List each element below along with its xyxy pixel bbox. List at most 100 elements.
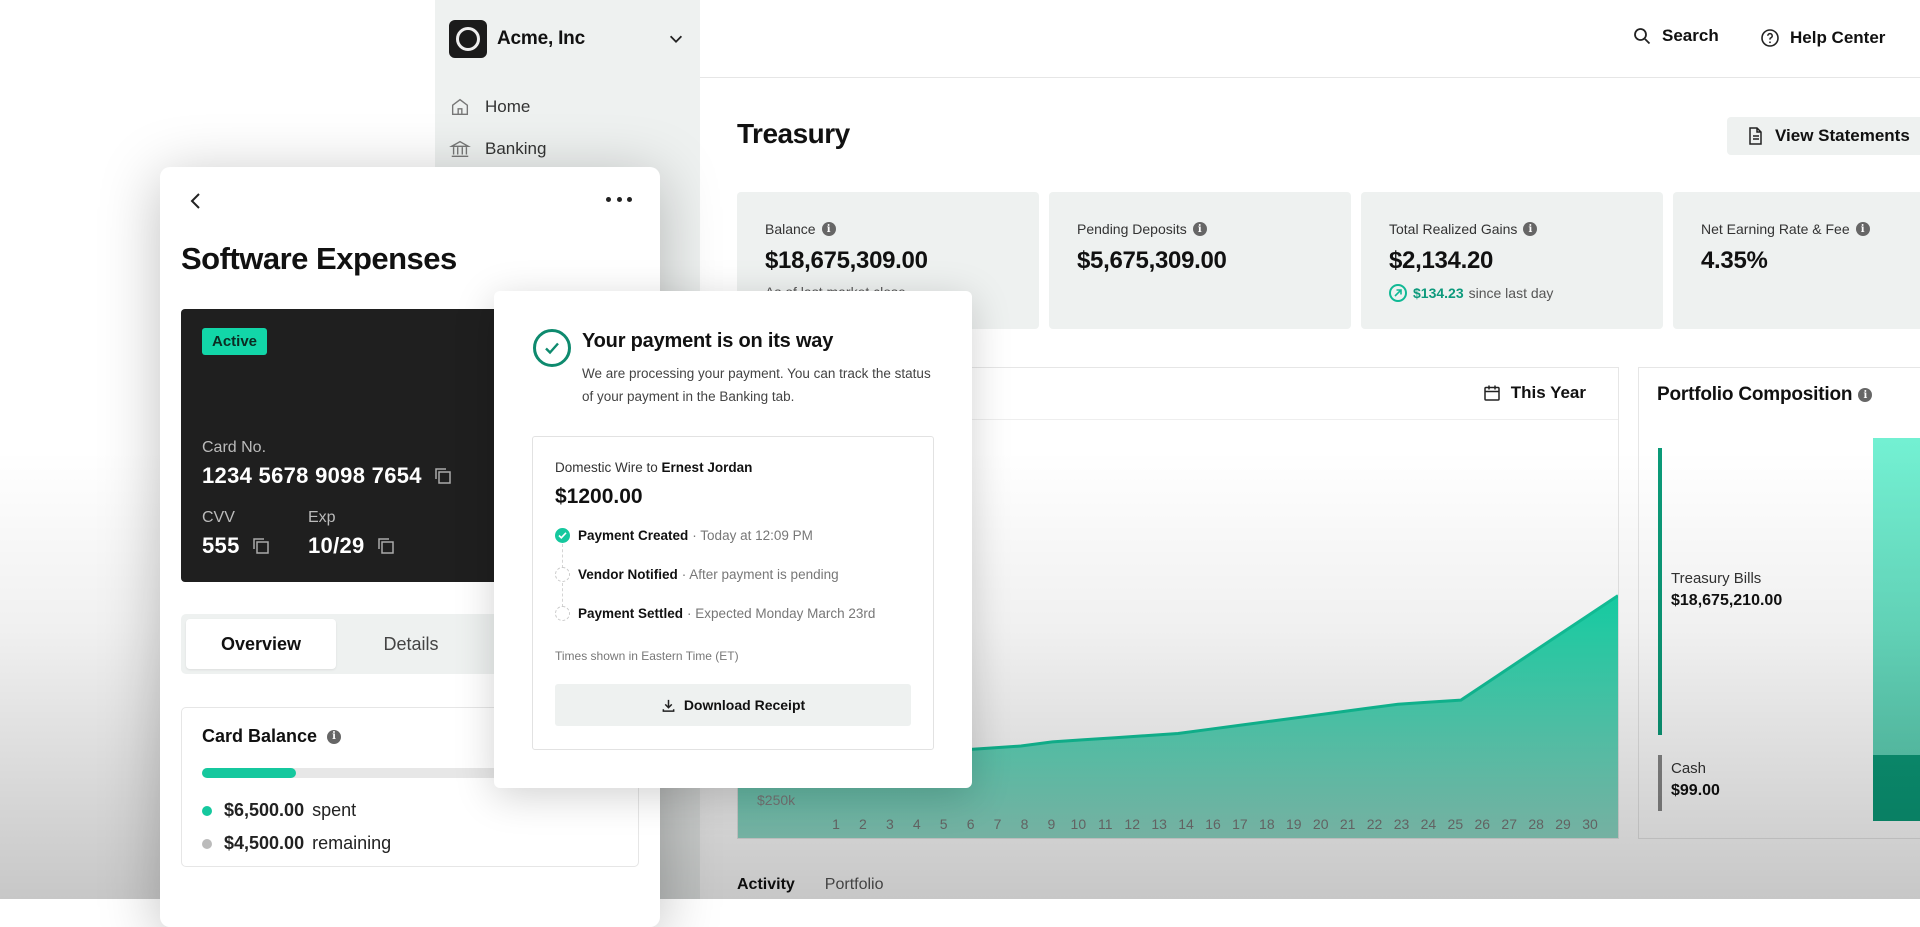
- x-axis-tick: 21: [1339, 816, 1356, 832]
- allocation-label: Cash: [1671, 760, 1707, 777]
- step-detail: · After payment is pending: [681, 567, 839, 582]
- calendar-icon: [1483, 385, 1500, 401]
- modal-description: We are processing your payment. You can …: [582, 366, 931, 404]
- x-axis-tick: 1: [832, 816, 840, 832]
- recipient-name: Ernest Jordan: [661, 460, 753, 475]
- payment-details-box: Domestic Wire to Ernest Jordan $1200.00 …: [532, 436, 934, 750]
- spent-amount: $6,500.00: [224, 800, 305, 820]
- info-icon[interactable]: i: [821, 222, 836, 236]
- allocation-amount: $18,675,210.00: [1671, 592, 1783, 609]
- cvv-label: CVV: [202, 509, 235, 526]
- x-axis-tick: 14: [1178, 816, 1194, 832]
- page-title: Treasury: [737, 118, 850, 149]
- x-axis-tick: 25: [1447, 816, 1464, 832]
- modal-title: Your payment is on its way: [582, 330, 834, 352]
- tab-details[interactable]: Details: [336, 619, 486, 669]
- x-axis-tick: 27: [1501, 816, 1517, 832]
- bottom-tabs: Activity Portfolio: [737, 876, 884, 894]
- view-statements-button[interactable]: View Statements: [1727, 117, 1920, 155]
- check-icon: [555, 528, 570, 543]
- check-circle-icon: [533, 329, 571, 367]
- help-center-button[interactable]: Help Center: [1760, 28, 1885, 48]
- stat-value: $18,675,309.00: [765, 247, 928, 274]
- card-balance-title: Card Balance: [202, 726, 318, 746]
- download-receipt-label: Download Receipt: [683, 697, 806, 713]
- download-icon: [662, 699, 675, 712]
- x-axis-tick: 5: [939, 816, 948, 832]
- x-axis-tick: 29: [1555, 816, 1571, 832]
- sidebar-item-banking[interactable]: Banking: [449, 134, 546, 164]
- x-axis-tick: 26: [1474, 816, 1491, 832]
- allocation-treasury-bills: Treasury Bills $18,675,210.00: [1671, 570, 1782, 610]
- remaining-dot: [202, 838, 212, 849]
- stat-value: 4.35%: [1701, 247, 1768, 274]
- x-axis-tick: 8: [1020, 816, 1029, 832]
- x-axis-tick: 23: [1393, 816, 1410, 832]
- stat-value: $2,134.20: [1389, 247, 1494, 274]
- pending-circle-icon: [555, 567, 570, 582]
- gain-suffix: since last day: [1468, 285, 1554, 301]
- search-button[interactable]: Search: [1632, 26, 1719, 46]
- step-detail: · Expected Monday March 23rd: [687, 606, 876, 621]
- x-axis-tick: 9: [1047, 816, 1056, 832]
- allocation-label: Treasury Bills: [1671, 570, 1762, 587]
- more-options-icon[interactable]: [606, 191, 632, 207]
- help-icon: [1761, 29, 1779, 47]
- x-axis-tick: 4: [912, 816, 921, 832]
- card-number-label: Card No.: [202, 439, 267, 456]
- payment-amount: $1200.00: [555, 485, 643, 508]
- x-axis-tick: 18: [1259, 816, 1275, 832]
- info-icon[interactable]: i: [1855, 222, 1870, 236]
- period-selector[interactable]: This Year: [1483, 383, 1586, 403]
- search-label: Search: [1662, 26, 1719, 45]
- copy-icon[interactable]: [434, 467, 452, 485]
- back-arrow-icon[interactable]: [184, 189, 208, 213]
- sidebar-item-label: Banking: [485, 139, 547, 158]
- x-axis-tick: 24: [1420, 816, 1437, 832]
- org-switcher[interactable]: Acme, Inc: [449, 20, 687, 58]
- info-icon[interactable]: i: [1858, 388, 1873, 402]
- card-number: 1234 5678 9098 7654: [202, 463, 422, 488]
- sidebar-item-label: Home: [485, 97, 531, 116]
- status-badge: Active: [202, 328, 268, 355]
- stat-label: Pending Deposits: [1077, 221, 1187, 237]
- org-name: Acme, Inc: [497, 28, 585, 49]
- x-axis-tick: 20: [1312, 816, 1329, 832]
- step-payment-created: Payment Created · Today at 12:09 PM: [555, 528, 813, 543]
- payment-confirmation-modal: Your payment is on its way We are proces…: [494, 291, 972, 788]
- x-axis-tick: 10: [1070, 816, 1087, 832]
- stacked-bar-cash: [1873, 755, 1920, 821]
- allocation-bar-treasury: [1658, 448, 1662, 735]
- copy-icon[interactable]: [252, 537, 270, 555]
- copy-icon[interactable]: [377, 537, 395, 555]
- spent-row: $6,500.00 spent: [202, 800, 356, 821]
- x-axis-tick: 28: [1528, 816, 1544, 832]
- tab-portfolio[interactable]: Portfolio: [825, 876, 884, 894]
- top-bar: Search Help Center: [700, 0, 1920, 78]
- download-receipt-button[interactable]: Download Receipt: [555, 684, 911, 726]
- info-icon[interactable]: i: [327, 729, 342, 744]
- x-axis-tick: 12: [1124, 816, 1140, 832]
- info-icon[interactable]: i: [1192, 222, 1207, 236]
- search-icon: [1634, 28, 1651, 45]
- stacked-bar-treasury: [1873, 438, 1920, 755]
- exp-label: Exp: [308, 509, 336, 526]
- sidebar-item-home[interactable]: Home: [449, 92, 530, 122]
- tab-overview[interactable]: Overview: [186, 619, 336, 669]
- transfer-type: Domestic Wire to: [555, 460, 658, 475]
- chevron-down-icon: [669, 35, 683, 43]
- portfolio-composition-panel: Portfolio Composition i Treasury Bills $1…: [1638, 367, 1920, 839]
- help-center-label: Help Center: [1790, 28, 1886, 47]
- stat-net-earning-rate: Net Earning Rate & Fee i 4.35%: [1673, 192, 1920, 329]
- spent-label: spent: [312, 800, 357, 820]
- view-statements-label: View Statements: [1775, 126, 1910, 145]
- allocation-cash: Cash $99.00: [1671, 760, 1720, 800]
- info-icon[interactable]: i: [1523, 222, 1538, 236]
- stat-value: $5,675,309.00: [1077, 247, 1227, 274]
- stat-label: Balance: [765, 221, 816, 237]
- stat-label: Total Realized Gains: [1389, 221, 1518, 237]
- x-axis-tick: 19: [1285, 816, 1302, 832]
- x-axis-tick: 17: [1232, 816, 1248, 832]
- step-detail: · Today at 12:09 PM: [692, 528, 813, 543]
- tab-activity[interactable]: Activity: [737, 876, 795, 894]
